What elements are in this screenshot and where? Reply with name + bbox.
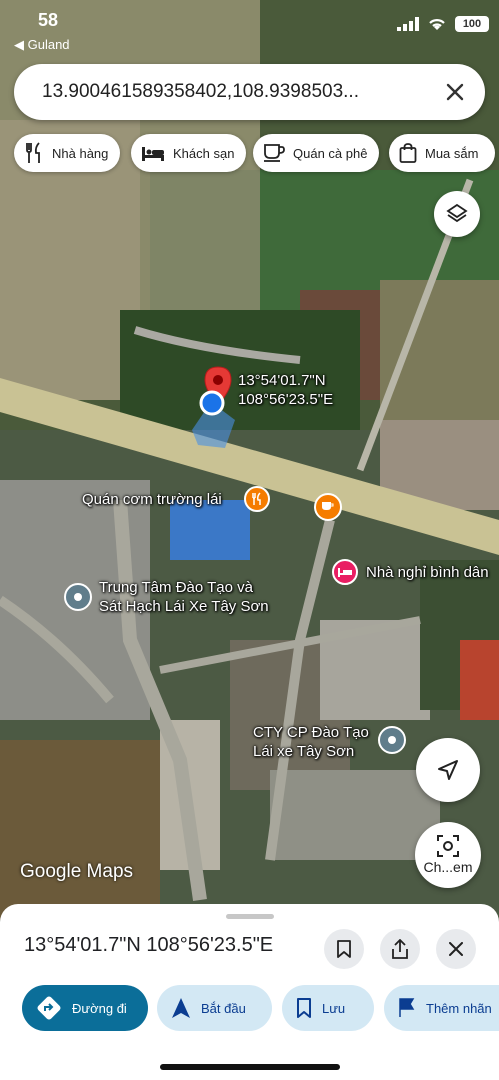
- hotel-icon[interactable]: [332, 559, 358, 585]
- place-title: 13°54'01.7"N 108°56'23.5"E: [24, 934, 274, 956]
- place-label-guesthouse[interactable]: Nhà nghỉ bình dân: [366, 563, 489, 582]
- place-name-line2: Sát Hạch Lái Xe Tây Sơn: [99, 598, 269, 615]
- status-bar: 58 ◀ Guland 100: [0, 0, 499, 56]
- drag-handle[interactable]: [226, 914, 274, 919]
- home-indicator: [160, 1064, 340, 1070]
- chip-label: Quán cà phê: [293, 145, 368, 161]
- directions-icon: [37, 996, 61, 1020]
- add-label-button[interactable]: Thêm nhãn: [384, 985, 499, 1031]
- signal-icon: [397, 17, 419, 31]
- navigation-arrow-icon: [438, 760, 458, 780]
- status-indicators: 100: [397, 16, 489, 32]
- directions-button[interactable]: Đường đi: [22, 985, 148, 1031]
- layers-button[interactable]: [434, 191, 480, 237]
- pin-coordinates-label: 13°54'01.7"N 108°56'23.5"E: [238, 371, 333, 409]
- coffee-cup-icon: [264, 144, 285, 162]
- bookmark-icon: [297, 998, 311, 1018]
- close-sheet-button[interactable]: [436, 929, 476, 969]
- bed-icon: [142, 147, 164, 161]
- my-location-button[interactable]: [416, 738, 480, 802]
- chip-label: Mua sắm: [425, 145, 479, 161]
- close-icon: [449, 942, 463, 956]
- place-name-line1: CTY CP Đào Tạo: [253, 724, 369, 741]
- bookmark-icon: [337, 940, 351, 958]
- save-icon-button[interactable]: [324, 929, 364, 969]
- place-label-restaurant[interactable]: Quán cơm trường lái: [82, 490, 222, 509]
- search-input[interactable]: 13.900461589358402,108.9398503...: [42, 81, 412, 103]
- camera-search-button[interactable]: Ch...em: [415, 822, 481, 888]
- battery-indicator: 100: [455, 16, 489, 32]
- restaurant-icon[interactable]: [244, 486, 270, 512]
- share-button[interactable]: [380, 929, 420, 969]
- share-icon: [392, 939, 408, 959]
- back-app-name: Guland: [27, 37, 70, 52]
- save-button[interactable]: Lưu: [282, 985, 374, 1031]
- save-label: Lưu: [322, 1000, 346, 1016]
- fork-knife-icon: [26, 142, 40, 163]
- camera-scan-icon: [437, 835, 459, 857]
- search-bar[interactable]: 13.900461589358402,108.9398503...: [14, 64, 485, 120]
- wifi-icon: [429, 19, 445, 30]
- place-icon[interactable]: [378, 726, 406, 754]
- start-label: Bắt đầu: [201, 1000, 246, 1016]
- chip-label: Khách sạn: [173, 145, 235, 161]
- back-to-app-link[interactable]: ◀ Guland: [14, 37, 70, 53]
- chip-coffee[interactable]: Quán cà phê: [253, 134, 380, 172]
- directions-label: Đường đi: [72, 1000, 127, 1016]
- close-icon[interactable]: [441, 78, 469, 106]
- my-location-dot-icon: [199, 390, 225, 416]
- place-bottom-sheet[interactable]: 13°54'01.7"N 108°56'23.5"E Đường đi Bắt …: [0, 904, 499, 1080]
- camera-search-label: Ch...em: [423, 859, 473, 875]
- place-name-line1: Trung Tâm Đào Tạo và: [99, 579, 253, 596]
- chip-hotels[interactable]: Khách sạn: [131, 134, 247, 172]
- coffee-cup-icon[interactable]: [314, 493, 342, 521]
- place-icon[interactable]: [64, 583, 92, 611]
- flag-icon: [399, 998, 415, 1017]
- place-name-line2: Lái xe Tây Sơn: [253, 743, 355, 760]
- status-time: 58: [38, 10, 59, 30]
- place-label-training-center[interactable]: Trung Tâm Đào Tạo và Sát Hạch Lái Xe Tây…: [99, 578, 269, 616]
- add-label-label: Thêm nhãn: [426, 1000, 492, 1016]
- place-label-company[interactable]: CTY CP Đào Tạo Lái xe Tây Sơn: [253, 723, 369, 761]
- shopping-bag-icon: [399, 143, 417, 163]
- navigation-arrow-icon: [172, 998, 190, 1018]
- google-maps-logo: Google Maps: [20, 861, 134, 882]
- chip-label: Nhà hàng: [52, 145, 109, 161]
- pin-latitude: 13°54'01.7"N: [238, 372, 326, 389]
- chip-shopping[interactable]: Mua sắm: [389, 134, 495, 172]
- layers-icon: [446, 203, 468, 223]
- chip-restaurants[interactable]: Nhà hàng: [14, 134, 121, 172]
- pin-longitude: 108°56'23.5"E: [238, 391, 334, 408]
- start-button[interactable]: Bắt đầu: [157, 985, 272, 1031]
